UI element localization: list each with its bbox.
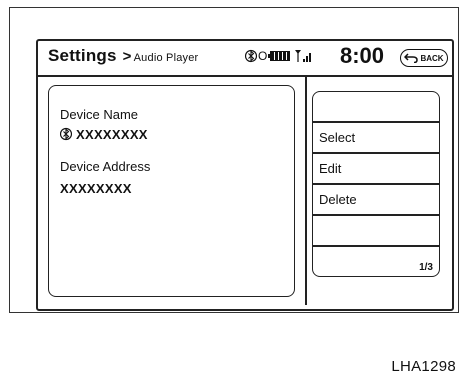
device-address-value: XXXXXXXX xyxy=(60,181,132,196)
device-info-panel: Device Name XXXXXXXX Device Address XXXX… xyxy=(48,85,295,297)
back-button[interactable]: BACK xyxy=(400,49,448,67)
vertical-divider xyxy=(305,77,307,305)
back-arrow-icon xyxy=(404,53,419,63)
menu-item-blank-2[interactable] xyxy=(312,215,440,246)
battery-icon xyxy=(268,51,291,61)
display-screen: Settings > Audio Player O 8:00 BACK Devi… xyxy=(36,39,454,311)
figure-code: LHA1298 xyxy=(391,358,456,375)
clock: 8:00 xyxy=(340,43,385,68)
menu-item-blank-1[interactable] xyxy=(312,91,440,122)
figure-frame: Settings > Audio Player O 8:00 BACK Devi… xyxy=(9,7,459,313)
back-button-label: BACK xyxy=(420,53,444,63)
device-name-value: XXXXXXXX xyxy=(59,127,148,144)
page-indicator: 1/3 xyxy=(419,262,433,273)
phone-status-icon: O xyxy=(258,49,268,63)
bluetooth-icon xyxy=(59,127,73,144)
menu-item-blank-3[interactable]: 1/3 xyxy=(312,246,440,277)
title-text: Settings xyxy=(48,46,117,65)
device-address-label: Device Address xyxy=(60,159,151,174)
bluetooth-status-icon xyxy=(244,49,258,63)
delete-button[interactable]: Delete xyxy=(312,184,440,215)
device-name-text: XXXXXXXX xyxy=(76,127,148,142)
breadcrumb-separator: > xyxy=(122,48,132,65)
breadcrumb-audio-player: Audio Player xyxy=(133,52,199,64)
header-bar: Settings > Audio Player O 8:00 BACK xyxy=(38,41,452,77)
signal-antenna-icon xyxy=(295,50,313,62)
select-button[interactable]: Select xyxy=(312,122,440,153)
device-name-label: Device Name xyxy=(60,107,139,122)
edit-button[interactable]: Edit xyxy=(312,153,440,184)
status-icons: O xyxy=(244,49,313,63)
page-title: Settings > Audio Player xyxy=(48,46,198,66)
